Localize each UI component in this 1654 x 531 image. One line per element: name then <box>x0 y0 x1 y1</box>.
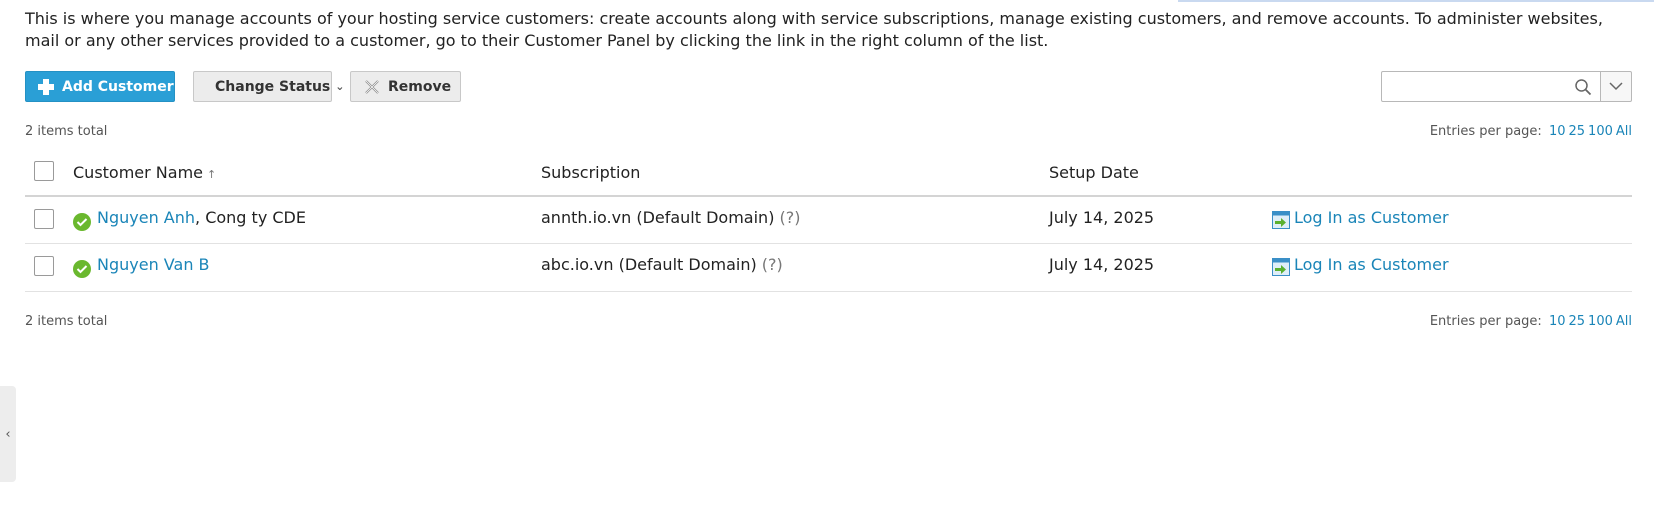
add-customer-label: Add Customer <box>62 78 174 95</box>
remove-x-icon <box>365 79 379 94</box>
items-total-bottom: 2 items total <box>25 314 108 329</box>
row-checkbox[interactable] <box>34 209 54 229</box>
column-header-setup-date[interactable]: Setup Date <box>1049 163 1139 182</box>
top-accent-bar <box>1178 0 1654 2</box>
login-icon[interactable] <box>1272 258 1290 276</box>
entries-option-all[interactable]: All <box>1616 124 1632 139</box>
customer-name-cell: Nguyen Anh, Cong ty CDE <box>97 208 306 227</box>
setup-date-cell: July 14, 2025 <box>1049 255 1155 274</box>
select-all-checkbox[interactable] <box>34 161 54 181</box>
sort-ascending-icon: ↑ <box>207 168 217 181</box>
remove-button[interactable]: Remove <box>350 71 461 102</box>
add-customer-button[interactable]: Add Customer <box>25 71 175 102</box>
entries-option-10[interactable]: 10 <box>1549 314 1566 329</box>
entries-option-100[interactable]: 100 <box>1588 314 1613 329</box>
log-in-as-customer-link[interactable]: Log In as Customer <box>1294 255 1449 274</box>
subscription-cell: abc.io.vn (Default Domain) (?) <box>541 255 783 274</box>
subscription-cell: annth.io.vn (Default Domain) (?) <box>541 208 801 227</box>
change-status-label: Change Status <box>215 78 331 95</box>
remove-label: Remove <box>388 78 452 95</box>
entries-label: Entries per page: <box>1429 314 1542 329</box>
login-icon[interactable] <box>1272 211 1290 229</box>
entries-option-all[interactable]: All <box>1616 314 1632 329</box>
help-hint[interactable]: (?) <box>780 208 801 227</box>
row-checkbox[interactable] <box>34 256 54 276</box>
company-name: , Cong ty CDE <box>195 208 306 227</box>
entries-per-page-top: Entries per page: 10 25 100 All <box>1430 124 1632 139</box>
entries-option-25[interactable]: 25 <box>1569 314 1586 329</box>
status-active-icon <box>73 213 91 231</box>
column-header-customer-name[interactable]: Customer Name ↑ <box>73 163 216 182</box>
items-total-top: 2 items total <box>25 124 108 139</box>
sidebar-collapse-toggle[interactable]: ‹ <box>0 386 16 482</box>
plus-icon <box>38 78 54 95</box>
chevron-down-icon: ⌄ <box>335 80 345 93</box>
header-divider <box>25 195 1632 197</box>
entries-option-10[interactable]: 10 <box>1549 124 1566 139</box>
entries-label: Entries per page: <box>1429 124 1542 139</box>
column-header-subscription[interactable]: Subscription <box>541 163 640 182</box>
customer-name-link[interactable]: Nguyen Van B <box>97 255 210 274</box>
entries-per-page-bottom: Entries per page: 10 25 100 All <box>1430 314 1632 329</box>
help-hint[interactable]: (?) <box>762 255 783 274</box>
search-input[interactable] <box>1388 73 1572 102</box>
row-divider <box>25 243 1632 244</box>
setup-date-cell: July 14, 2025 <box>1049 208 1155 227</box>
status-active-icon <box>73 260 91 278</box>
log-in-as-customer-link[interactable]: Log In as Customer <box>1294 208 1449 227</box>
entries-option-100[interactable]: 100 <box>1588 124 1613 139</box>
customer-name-cell: Nguyen Van B <box>97 255 210 274</box>
change-status-button[interactable]: Change Status ⌄ <box>193 71 344 102</box>
row-divider <box>25 291 1632 292</box>
entries-option-25[interactable]: 25 <box>1569 124 1586 139</box>
customer-name-link[interactable]: Nguyen Anh <box>97 208 195 227</box>
search-icon[interactable] <box>1574 78 1592 96</box>
page-description: This is where you manage accounts of you… <box>25 9 1603 50</box>
search-options-toggle[interactable] <box>1601 71 1632 102</box>
chevron-down-icon <box>1609 82 1623 91</box>
search-field <box>1381 71 1601 102</box>
chevron-left-icon: ‹ <box>5 426 11 442</box>
